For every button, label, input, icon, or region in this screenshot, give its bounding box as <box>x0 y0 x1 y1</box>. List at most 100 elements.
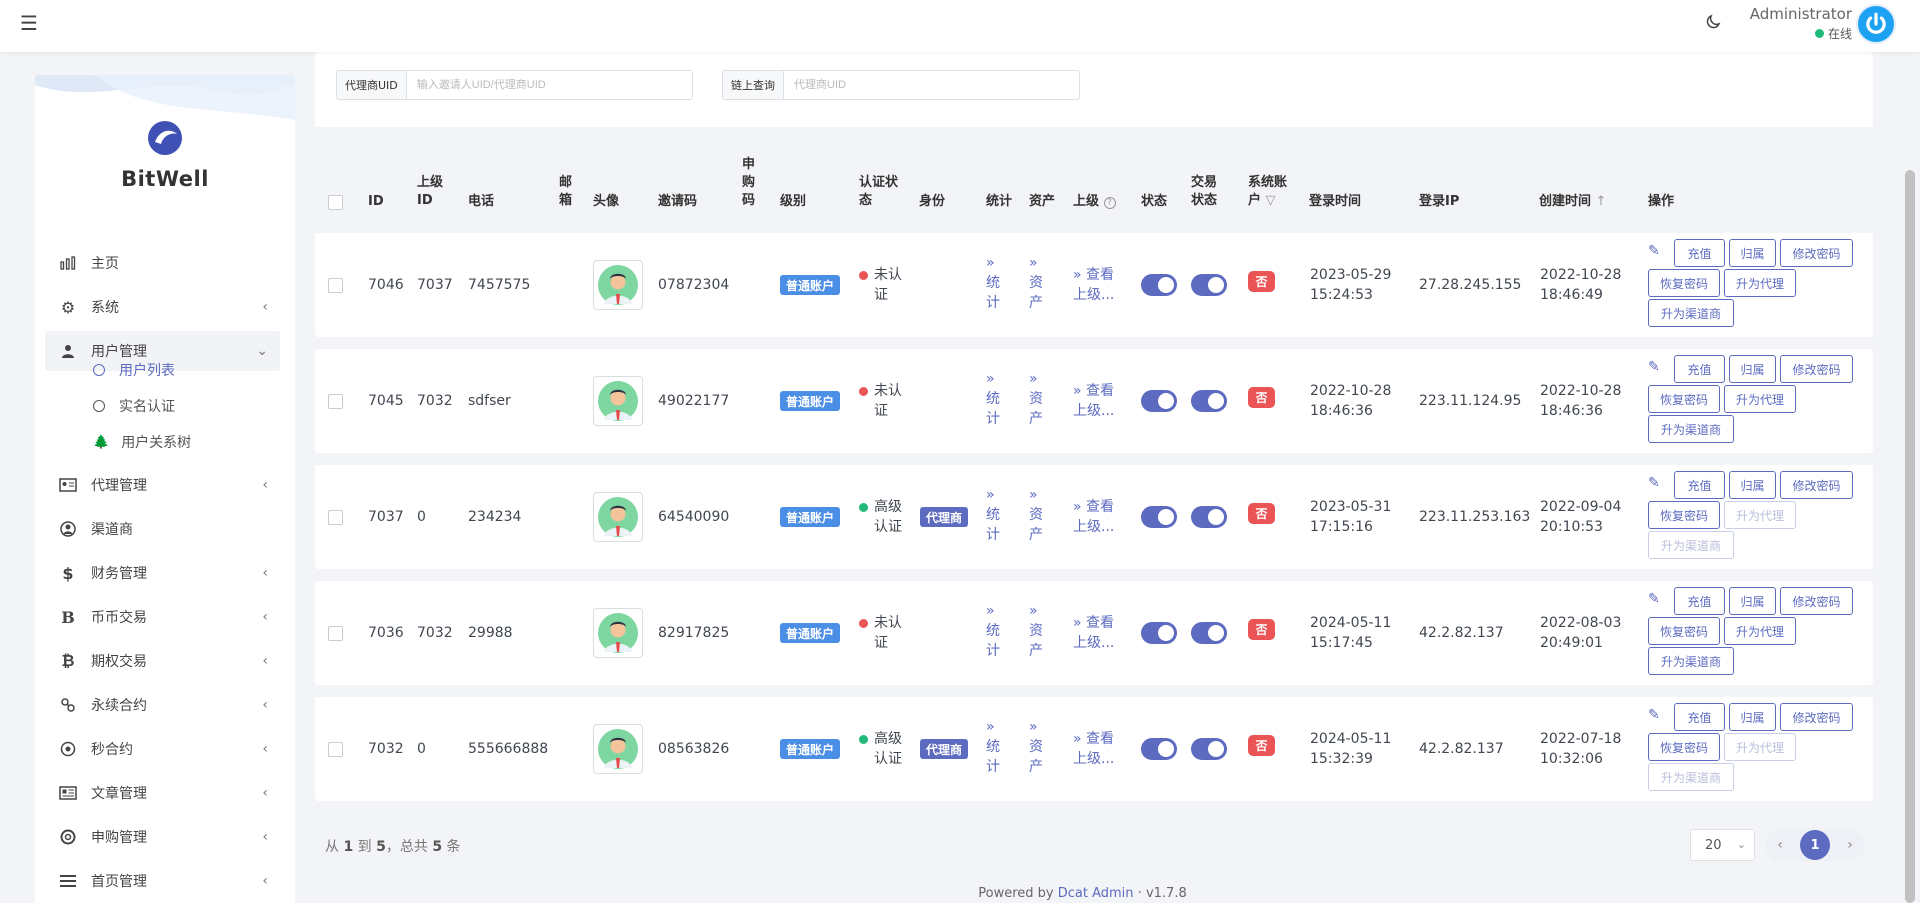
stats-link[interactable]: » 统计 <box>986 717 1006 777</box>
promote-channel-button[interactable]: 升为渠道商 <box>1648 763 1734 791</box>
recharge-button[interactable]: 充值 <box>1674 471 1725 499</box>
promote-agent-button[interactable]: 升为代理 <box>1724 617 1796 645</box>
sidebar-item-home[interactable]: 主页 <box>45 243 280 283</box>
trade-status-toggle[interactable] <box>1191 390 1227 412</box>
promote-channel-button[interactable]: 升为渠道商 <box>1648 299 1734 327</box>
sidebar-item-channel[interactable]: 渠道商 <box>45 509 280 549</box>
trade-status-toggle[interactable] <box>1191 274 1227 296</box>
reset-password-button[interactable]: 恢复密码 <box>1648 501 1720 529</box>
assign-button[interactable]: 归属 <box>1729 471 1776 499</box>
promote-agent-button[interactable]: 升为代理 <box>1724 385 1796 413</box>
assign-button[interactable]: 归属 <box>1729 239 1776 267</box>
sidebar-item-perpetual[interactable]: 永续合约 ‹ <box>45 685 280 725</box>
page-current[interactable]: 1 <box>1800 830 1830 860</box>
reset-password-button[interactable]: 恢复密码 <box>1648 733 1720 761</box>
sidebar-item-system[interactable]: ⚙ 系统 ‹ <box>45 287 280 327</box>
sidebar-item-agent-management[interactable]: 代理管理 ‹ <box>45 465 280 505</box>
change-password-button[interactable]: 修改密码 <box>1780 587 1853 615</box>
stats-link[interactable]: » 统计 <box>986 601 1006 661</box>
sidebar-item-subscription[interactable]: 申购管理 ‹ <box>45 817 280 857</box>
recharge-button[interactable]: 充值 <box>1674 239 1725 267</box>
status-toggle[interactable] <box>1141 274 1177 296</box>
superior-link[interactable]: » 查看上级... <box>1073 381 1123 421</box>
assets-link[interactable]: » 资产 <box>1029 485 1049 545</box>
edit-pencil-icon[interactable]: ✎ <box>1648 591 1660 607</box>
user-avatar[interactable] <box>1856 4 1896 44</box>
row-checkbox[interactable] <box>328 278 343 293</box>
row-checkbox[interactable] <box>328 394 343 409</box>
reset-password-button[interactable]: 恢复密码 <box>1648 385 1720 413</box>
prev-page-icon[interactable]: ‹ <box>1773 837 1787 853</box>
hamburger-menu-icon[interactable]: ☰ <box>20 11 38 35</box>
filter-funnel-icon[interactable]: ▽ <box>1266 193 1276 208</box>
promote-agent-button[interactable]: 升为代理 <box>1724 733 1796 761</box>
assign-button[interactable]: 归属 <box>1729 703 1776 731</box>
recharge-button[interactable]: 充值 <box>1674 703 1725 731</box>
help-circle-icon[interactable]: ? <box>1103 197 1116 209</box>
user-avatar-image[interactable] <box>593 492 643 542</box>
per-page-select[interactable]: 20 ⌄ <box>1690 829 1755 861</box>
status-toggle[interactable] <box>1141 390 1177 412</box>
promote-agent-button[interactable]: 升为代理 <box>1724 501 1796 529</box>
change-password-button[interactable]: 修改密码 <box>1780 239 1853 267</box>
user-name[interactable]: Administrator <box>1750 5 1852 23</box>
superior-link[interactable]: » 查看上级... <box>1073 613 1123 653</box>
assign-button[interactable]: 归属 <box>1729 587 1776 615</box>
powered-brand-link[interactable]: Dcat Admin <box>1058 886 1134 901</box>
user-avatar-image[interactable] <box>593 260 643 310</box>
sidebar-item-options[interactable]: ₿ 期权交易 ‹ <box>45 641 280 681</box>
chain-query-input[interactable] <box>784 71 1079 99</box>
promote-channel-button[interactable]: 升为渠道商 <box>1648 415 1734 443</box>
superior-link[interactable]: » 查看上级... <box>1073 729 1123 769</box>
status-toggle[interactable] <box>1141 506 1177 528</box>
agent-uid-input[interactable] <box>406 71 692 99</box>
change-password-button[interactable]: 修改密码 <box>1780 471 1853 499</box>
sidebar-item-finance[interactable]: $ 财务管理 ‹ <box>45 553 280 593</box>
promote-agent-button[interactable]: 升为代理 <box>1724 269 1796 297</box>
user-avatar-image[interactable] <box>593 724 643 774</box>
promote-channel-button[interactable]: 升为渠道商 <box>1648 531 1734 559</box>
row-checkbox[interactable] <box>328 510 343 525</box>
reset-password-button[interactable]: 恢复密码 <box>1648 617 1720 645</box>
sidebar-item-spot-trade[interactable]: B 币币交易 ‹ <box>45 597 280 637</box>
user-avatar-image[interactable] <box>593 608 643 658</box>
edit-pencil-icon[interactable]: ✎ <box>1648 475 1660 491</box>
edit-pencil-icon[interactable]: ✎ <box>1648 243 1660 259</box>
page-scrollbar[interactable] <box>1905 170 1915 903</box>
trade-status-toggle[interactable] <box>1191 506 1227 528</box>
sidebar-item-articles[interactable]: 文章管理 ‹ <box>45 773 280 813</box>
next-page-icon[interactable]: › <box>1843 837 1857 853</box>
sidebar-subitem-user-list[interactable]: 用户列表 <box>93 354 175 386</box>
stats-link[interactable]: » 统计 <box>986 253 1006 313</box>
superior-link[interactable]: » 查看上级... <box>1073 265 1123 305</box>
select-all-checkbox[interactable] <box>328 195 343 210</box>
sort-arrow-up-icon[interactable]: ↑ <box>1596 194 1607 209</box>
assets-link[interactable]: » 资产 <box>1029 253 1049 313</box>
row-checkbox[interactable] <box>328 742 343 757</box>
stats-link[interactable]: » 统计 <box>986 369 1006 429</box>
sidebar-subitem-real-name-auth[interactable]: 实名认证 <box>93 390 175 422</box>
stats-link[interactable]: » 统计 <box>986 485 1006 545</box>
promote-channel-button[interactable]: 升为渠道商 <box>1648 647 1734 675</box>
change-password-button[interactable]: 修改密码 <box>1780 355 1853 383</box>
sidebar-subitem-user-tree[interactable]: 🌲 用户关系树 <box>93 426 191 458</box>
assets-link[interactable]: » 资产 <box>1029 717 1049 777</box>
recharge-button[interactable]: 充值 <box>1674 587 1725 615</box>
superior-link[interactable]: » 查看上级... <box>1073 497 1123 537</box>
user-avatar-image[interactable] <box>593 376 643 426</box>
dark-mode-toggle-icon[interactable] <box>1704 12 1722 36</box>
change-password-button[interactable]: 修改密码 <box>1780 703 1853 731</box>
assets-link[interactable]: » 资产 <box>1029 601 1049 661</box>
assets-link[interactable]: » 资产 <box>1029 369 1049 429</box>
status-toggle[interactable] <box>1141 622 1177 644</box>
recharge-button[interactable]: 充值 <box>1674 355 1725 383</box>
status-toggle[interactable] <box>1141 738 1177 760</box>
row-checkbox[interactable] <box>328 626 343 641</box>
reset-password-button[interactable]: 恢复密码 <box>1648 269 1720 297</box>
edit-pencil-icon[interactable]: ✎ <box>1648 707 1660 723</box>
edit-pencil-icon[interactable]: ✎ <box>1648 359 1660 375</box>
trade-status-toggle[interactable] <box>1191 738 1227 760</box>
trade-status-toggle[interactable] <box>1191 622 1227 644</box>
assign-button[interactable]: 归属 <box>1729 355 1776 383</box>
sidebar-item-second-contract[interactable]: 秒合约 ‹ <box>45 729 280 769</box>
